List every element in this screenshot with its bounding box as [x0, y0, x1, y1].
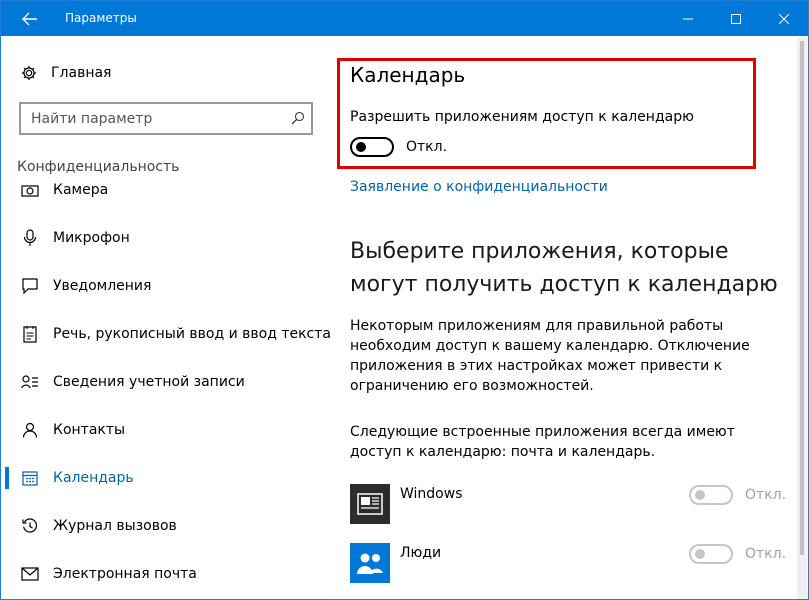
scrollbar-thumb[interactable] [800, 41, 804, 555]
sidebar-item-label: Уведомления [53, 278, 152, 294]
sidebar-item-label: Речь, рукописный ввод и ввод текста [53, 326, 331, 342]
contacts-icon [21, 421, 39, 439]
search-input[interactable]: Найти параметр [19, 102, 313, 135]
app-toggle-state: Откл. [745, 487, 787, 503]
app-toggle-state: Откл. [745, 546, 787, 562]
sidebar-item-label: Сведения учетной записи [53, 374, 245, 390]
notifications-icon [21, 277, 39, 295]
sidebar-item-notifications[interactable]: Уведомления [1, 266, 331, 306]
sidebar-item-email[interactable]: Электронная почта [1, 554, 331, 594]
calendar-access-label: Разрешить приложениям доступ к календарю [350, 109, 694, 125]
privacy-section-title: Конфиденциальность [17, 159, 180, 175]
toggle-knob [356, 142, 366, 152]
sidebar-item-label: Электронная почта [53, 566, 197, 582]
sidebar-item-label: Календарь [53, 470, 134, 486]
search-icon[interactable] [291, 111, 305, 125]
sidebar-item-contacts[interactable]: Контакты [1, 410, 331, 450]
sidebar-item-label: Микрофон [53, 230, 130, 246]
privacy-statement-link[interactable]: Заявление о конфиденциальности [350, 179, 608, 195]
sidebar-item-camera[interactable]: Камера [1, 181, 331, 210]
camera-icon [21, 181, 39, 199]
app-row-windows: Windows Откл. [350, 484, 790, 524]
settings-window: Параметры Главная Найти параметр Конфиде… [0, 0, 809, 600]
sidebar-item-label: Контакты [53, 422, 126, 438]
back-arrow-icon [22, 12, 37, 25]
window-title: Параметры [65, 11, 137, 25]
sidebar-item-calendar[interactable]: Календарь [1, 458, 331, 498]
calendar-access-toggle[interactable] [350, 137, 394, 157]
app-name: Windows [400, 486, 463, 502]
people-app-icon [350, 543, 390, 583]
apps-description: Некоторым приложениям для правильной раб… [350, 318, 750, 394]
sidebar-item-microphone[interactable]: Микрофон [1, 218, 331, 258]
search-placeholder: Найти параметр [31, 111, 153, 127]
call-history-icon [21, 517, 39, 535]
builtin-apps-note: Следующие встроенные приложения всегда и… [350, 424, 735, 460]
apps-heading: Выберите приложения, которые могут получ… [350, 239, 778, 297]
calendar-access-state: Откл. [406, 139, 448, 155]
privacy-nav-list: Камера Микрофон Уведомления Речь, рукопи… [1, 181, 331, 600]
maximize-icon [731, 13, 741, 24]
sidebar-item-account-info[interactable]: Сведения учетной записи [1, 362, 331, 402]
gear-icon [22, 66, 36, 80]
toggle-knob [695, 490, 705, 500]
sidebar-item-speech[interactable]: Речь, рукописный ввод и ввод текста [1, 314, 331, 354]
sidebar-item-call-history[interactable]: Журнал вызовов [1, 506, 331, 546]
back-button[interactable] [7, 1, 53, 36]
email-icon [21, 565, 39, 583]
account-info-icon [21, 373, 39, 391]
windows-app-icon [350, 484, 390, 524]
nav-home-label: Главная [51, 65, 112, 81]
toggle-knob [695, 549, 705, 559]
nav-home[interactable]: Главная [21, 63, 111, 83]
page-title: Календарь [350, 63, 466, 87]
calendar-icon [21, 469, 39, 487]
close-button[interactable] [761, 1, 807, 36]
close-icon [779, 13, 789, 24]
windows-app-toggle[interactable] [689, 485, 733, 505]
people-app-toggle[interactable] [689, 544, 733, 564]
maximize-button[interactable] [713, 1, 759, 36]
app-name: Люди [400, 545, 442, 561]
minimize-button[interactable] [665, 1, 711, 36]
microphone-icon [21, 229, 39, 247]
sidebar-item-label: Журнал вызовов [53, 518, 177, 534]
title-bar: Параметры [1, 1, 808, 36]
speech-icon [21, 325, 39, 343]
app-row-people: Люди Откл. [350, 543, 790, 583]
minimize-icon [683, 18, 693, 19]
sidebar-item-label: Камера [53, 182, 109, 198]
